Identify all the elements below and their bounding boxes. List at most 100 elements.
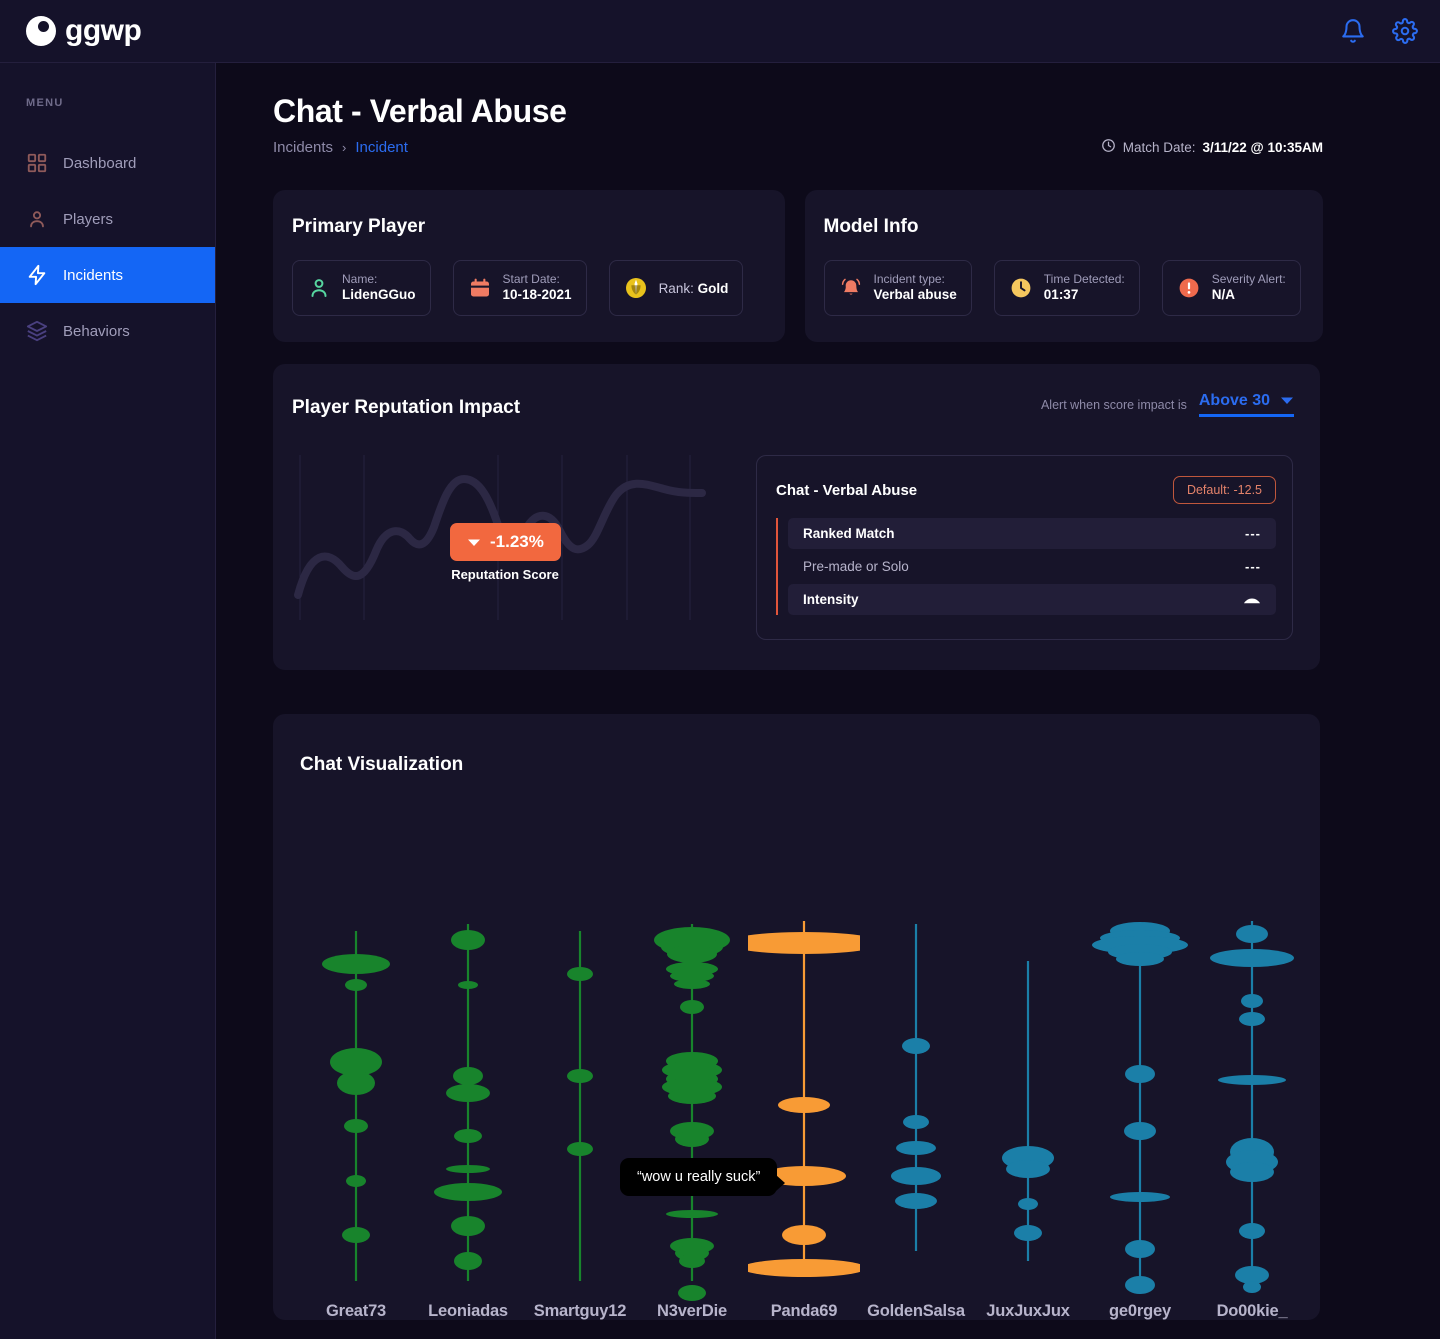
trend-down-icon (467, 532, 481, 552)
sidebar-item-label: Incidents (63, 266, 124, 284)
stat-key: Start Date: (502, 272, 560, 287)
rule-label: Pre-made or Solo (803, 559, 909, 574)
rule-label: Ranked Match (803, 526, 895, 541)
bell-icon[interactable] (1340, 18, 1366, 44)
stat-rank: Rank: Gold (608, 260, 744, 316)
chevron-right-icon: › (342, 139, 347, 155)
stat-incident-type: Incident type: Verbal abuse (823, 260, 972, 316)
chat-column-player-name: ge0rgey (1109, 1302, 1171, 1320)
user-icon (26, 208, 48, 230)
rule-value: --- (1245, 526, 1261, 541)
chat-visualization-stage: Great73 Leoniadas Smartguy12 N3verDie Panda6… (300, 821, 1320, 1321)
stat-value: N/A (1211, 287, 1235, 303)
chat-column[interactable]: JuxJuxJux (972, 821, 1084, 1321)
sidebar: MENU Dashboard Players Incidents Behavio… (0, 63, 216, 1339)
rule-value: --- (1245, 559, 1261, 574)
model-info-stats: Incident type: Verbal abuse Time Detecte… (823, 260, 1304, 316)
chat-column[interactable]: Great73 (300, 821, 412, 1321)
sidebar-item-dashboard[interactable]: Dashboard (0, 135, 215, 191)
stat-key: Incident type: (873, 272, 945, 287)
chat-column[interactable]: N3verDie (636, 821, 748, 1321)
chat-column-player-name: Smartguy12 (533, 1302, 627, 1320)
clock-filled-icon (1009, 276, 1033, 300)
chat-column-player-name: GoldenSalsa (867, 1302, 965, 1320)
grid-icon (26, 152, 48, 174)
model-info-title: Model Info (823, 216, 919, 237)
chat-column-player-name: Panda69 (770, 1302, 838, 1320)
breadcrumb-row: Incidents › Incident Match Date: 3/11/22… (273, 138, 1323, 156)
reputation-sparkline: -1.23% Reputation Score (292, 455, 708, 620)
stat-key: Name: (342, 272, 378, 287)
primary-player-stats: Name: LidenGGuo Start Date: 10-18-2021 R… (292, 260, 765, 316)
rank-helmet-icon (624, 276, 648, 300)
top-bar-actions (1340, 18, 1418, 44)
sidebar-item-players[interactable]: Players (0, 191, 215, 247)
stat-key: Severity Alert: (1211, 272, 1286, 287)
chat-column-plot (322, 931, 390, 1281)
sidebar-item-label: Behaviors (63, 322, 130, 340)
user-outline-icon (307, 276, 331, 300)
caret-up-icon[interactable] (1243, 591, 1261, 609)
default-score-badge: Default: -12.5 (1172, 476, 1276, 504)
chat-column-plot (1210, 921, 1294, 1293)
chat-column[interactable]: GoldenSalsa (860, 821, 972, 1321)
primary-player-card: Primary Player Name: LidenGGuo Start Dat… (273, 190, 785, 342)
rule-row-pre-made-or-solo[interactable]: Pre-made or Solo --- (788, 551, 1276, 582)
reputation-body: -1.23% Reputation Score Chat - Verbal Ab… (292, 455, 1294, 640)
model-info-card: Model Info Incident type: Verbal abuse T… (804, 190, 1323, 342)
chat-column-player-name: Do00kie_ (1216, 1302, 1288, 1320)
stat-value: 01:37 (1043, 287, 1079, 303)
chat-column-plot (567, 931, 593, 1281)
chat-column-plot (1092, 922, 1188, 1294)
chat-message-tooltip: “wow u really suck” (620, 1158, 786, 1196)
clock-icon (1101, 138, 1116, 156)
breadcrumb-current[interactable]: Incident (355, 139, 408, 156)
stat-start-date: Start Date: 10-18-2021 (452, 260, 587, 316)
reputation-header: Player Reputation Impact Alert when scor… (292, 392, 1294, 419)
stat-time-detected: Time Detected: 01:37 (993, 260, 1140, 316)
player-reputation-impact-card: Player Reputation Impact Alert when scor… (273, 364, 1320, 670)
rule-row-ranked-match[interactable]: Ranked Match --- (788, 518, 1276, 549)
brand-name: ggwp (65, 14, 142, 47)
brand-logo: ggwp (26, 14, 142, 47)
breadcrumb-parent[interactable]: Incidents (273, 139, 333, 156)
match-date-value: 3/11/22 @ 10:35AM (1202, 139, 1324, 155)
rule-row-intensity[interactable]: Intensity (788, 584, 1276, 615)
sidebar-item-behaviors[interactable]: Behaviors (0, 303, 215, 359)
reputation-score-badge: -1.23% (450, 523, 561, 561)
stat-severity-alert: Severity Alert: N/A (1161, 260, 1301, 316)
chat-column-player-name: Leoniadas (428, 1302, 508, 1320)
alert-threshold-value: Above 30 (1198, 392, 1270, 409)
gear-icon[interactable] (1392, 18, 1418, 44)
alert-threshold-select[interactable]: Above 30 (1198, 392, 1294, 417)
chat-column[interactable]: Do00kie_ (1196, 821, 1308, 1321)
rule-label: Intensity (803, 592, 859, 607)
chat-column[interactable]: Smartguy12 (524, 821, 636, 1321)
stat-key: Time Detected: (1043, 272, 1125, 287)
calendar-icon (468, 276, 492, 300)
stat-value: Verbal abuse (873, 287, 957, 303)
stat-player-name: Name: LidenGGuo (292, 260, 431, 316)
chat-column-plot (434, 924, 502, 1281)
sidebar-item-incidents[interactable]: Incidents (0, 247, 215, 303)
match-date: Match Date: 3/11/22 @ 10:35AM (1101, 138, 1323, 156)
chat-column[interactable]: Panda69 (726, 821, 882, 1321)
breadcrumb: Incidents › Incident (273, 139, 408, 156)
rules-list: Ranked Match --- Pre-made or Solo --- In… (776, 518, 1276, 615)
layers-icon (26, 320, 48, 342)
chat-column-plot (1002, 961, 1054, 1261)
chat-visualization-title: Chat Visualization (300, 754, 464, 775)
chat-column-plot (726, 921, 882, 1277)
page-title: Chat - Verbal Abuse (273, 93, 567, 129)
chat-column[interactable]: Leoniadas (412, 821, 524, 1321)
stat-key: Rank: (658, 280, 694, 296)
main-content: Chat - Verbal Abuse Incidents › Incident… (216, 63, 1440, 1339)
chat-column-player-name: JuxJuxJux (986, 1302, 1070, 1320)
chat-column-plot (891, 924, 941, 1251)
alert-threshold-control: Alert when score impact is Above 30 (1041, 392, 1294, 419)
stat-value: Gold (697, 280, 729, 296)
severity-icon (1177, 276, 1201, 300)
bolt-icon (26, 264, 48, 286)
primary-player-title: Primary Player (292, 216, 426, 237)
chat-column[interactable]: ge0rgey (1084, 821, 1196, 1321)
